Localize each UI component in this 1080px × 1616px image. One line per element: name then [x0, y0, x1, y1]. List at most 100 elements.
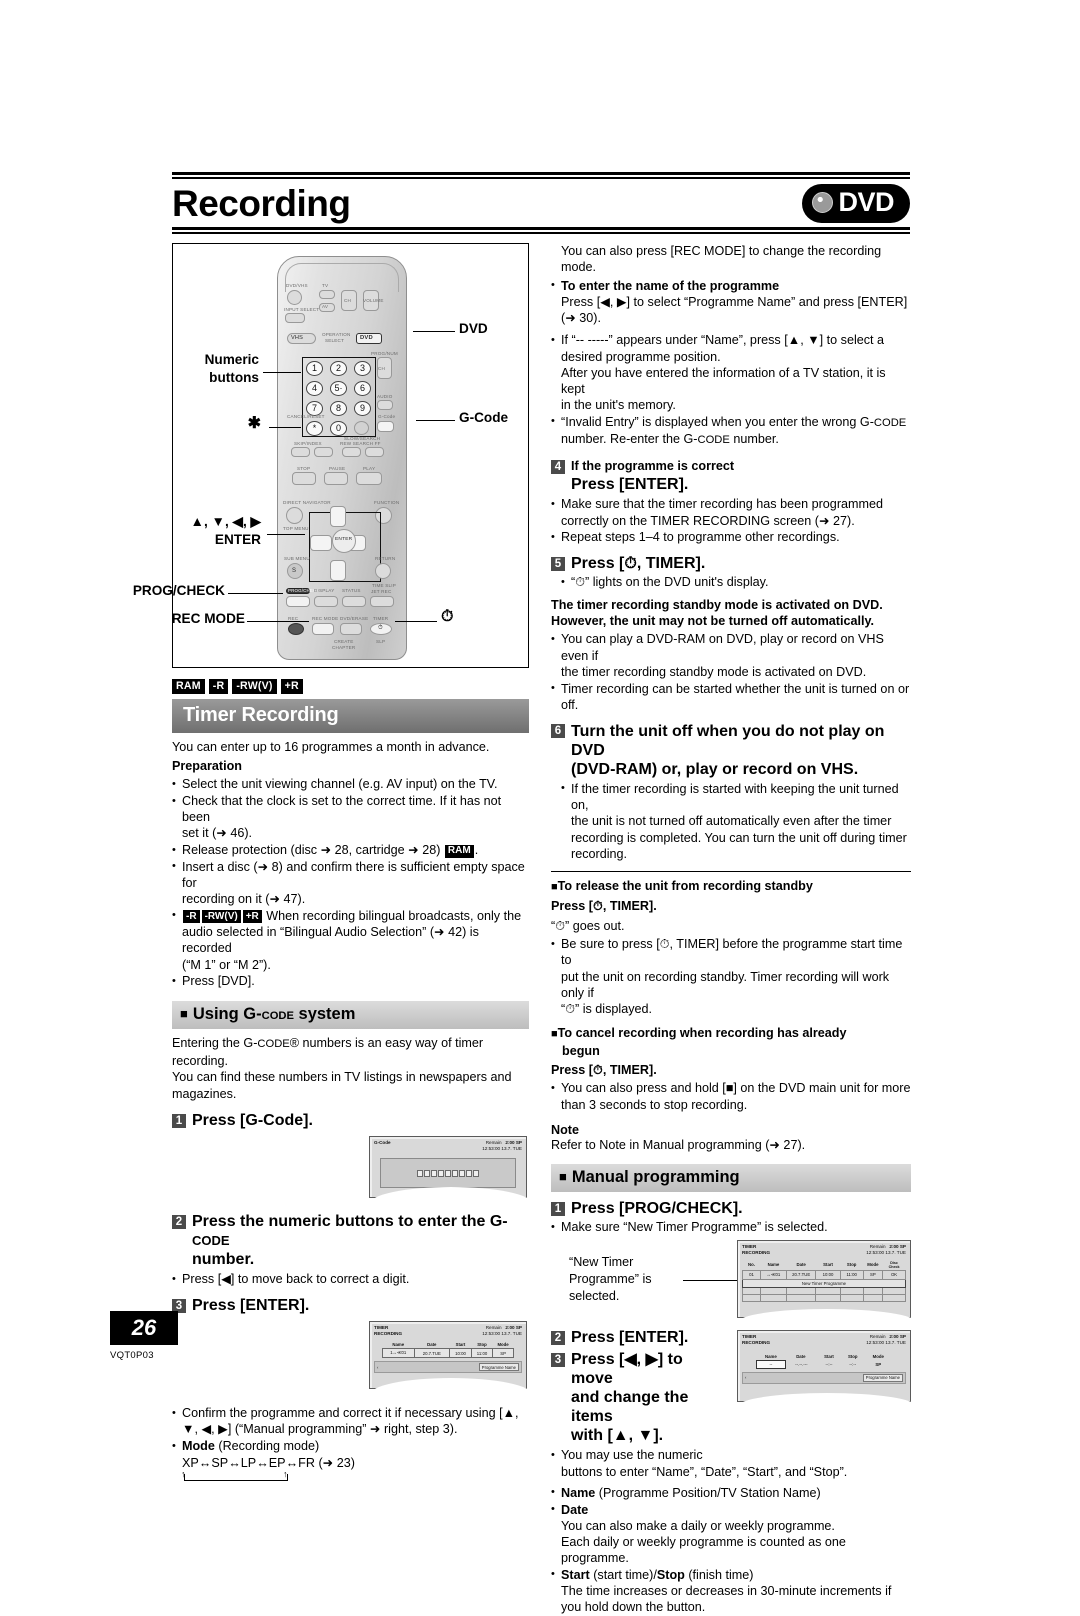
callout-progcheck: PROG/CHECK — [132, 583, 225, 598]
table-row[interactable]: -- --.--.--- --:-- --:-- SP — [756, 1359, 893, 1369]
callout-numeric-line1: Numeric — [204, 352, 259, 367]
manual-step-2: 2 Press [ENTER]. — [551, 1328, 727, 1347]
prognum-button[interactable] — [354, 421, 369, 435]
numeric-button-3[interactable]: 3 — [354, 361, 371, 376]
osd-list-screen: TIMER RECORDING Remain 2:00 SP 12:53:00 … — [737, 1240, 916, 1326]
cursor-down-button[interactable] — [330, 560, 346, 581]
mode-cycle-arrow-right-icon: ↑ — [283, 1468, 288, 1479]
osd-timer-col-name: Name — [392, 1342, 405, 1348]
manual-date-line2: Each daily or weekly programme is counte… — [561, 1534, 846, 1549]
programme-name-button-edit[interactable]: Programme Name — [862, 1373, 903, 1382]
dvd-erase-button[interactable] — [340, 623, 362, 635]
osd-list-empty-10 — [785, 1293, 817, 1302]
osd-edit-cell-name[interactable]: -- — [756, 1359, 786, 1369]
badge-inline-plus-r: +R — [242, 910, 262, 924]
label-stop: STOP — [297, 466, 311, 471]
cancel-bullet-1: You can also press and hold [■] on the D… — [551, 1080, 911, 1112]
recmode-button[interactable] — [312, 623, 334, 635]
rec-button[interactable] — [288, 623, 304, 635]
cursor-left-button[interactable] — [310, 535, 332, 551]
rec-mode-note-line2: mode. — [561, 260, 597, 275]
numeric-button-9[interactable]: 9 — [354, 401, 371, 416]
osd-gcode-entry-field[interactable] — [380, 1158, 516, 1189]
step-6-notes: If the timer recording is started with k… — [551, 780, 911, 862]
return-button[interactable] — [375, 563, 391, 579]
release-standby-text: To release the unit from recording stand… — [557, 879, 813, 893]
standby-bullet-1-line1: You can play a DVD-RAM on DVD, play or r… — [561, 632, 884, 663]
osd-gcode-wrap: G-Code Remain 2:00 SP 12:53:00 13.7. TUE — [172, 1136, 532, 1210]
step-6-bullet-1-line2: the unit is not turned off automatically… — [571, 814, 892, 829]
progcheck-button[interactable] — [286, 596, 310, 607]
table-row[interactable]: 01 ↔≪01 20.7.TUE 10:00 11:00 SP OK — [742, 1269, 906, 1280]
display-button[interactable] — [314, 596, 338, 607]
pause-button[interactable] — [324, 472, 348, 485]
cancel-bullet-1-line1: You can also press and hold [■] on the D… — [561, 1081, 911, 1096]
gcode-title-pre: Using G- — [192, 1005, 262, 1024]
direct-navigator-button[interactable] — [286, 507, 303, 524]
rewind-button[interactable] — [342, 447, 361, 457]
invalid-entry-line2: number. Re-enter the G- — [561, 432, 698, 447]
osd-list-empty-14 — [882, 1293, 906, 1302]
mode-cycle-brace: ↑ ↑ — [172, 1468, 529, 1482]
name-dashes-line1: If “-- -----” appears under “Name”, pres… — [561, 333, 885, 348]
numeric-button-4[interactable]: 4 — [306, 381, 323, 396]
osd-list-fade — [738, 1309, 916, 1326]
name-dashes-line3: After you have entered the information o… — [561, 365, 886, 397]
prep-item-4-line1: Insert a disc (➜ 8) and confirm there is… — [182, 859, 525, 891]
gcode-digit-5 — [444, 1170, 451, 1178]
skip-back-button[interactable] — [291, 447, 310, 457]
step-4-heading: If the programme is correct — [571, 459, 735, 474]
cursor-up-button[interactable] — [330, 506, 346, 527]
gcode-step-1-text: Press [G-Code]. — [192, 1112, 313, 1130]
divider-rule — [551, 871, 911, 872]
label-ch: CH — [344, 298, 352, 303]
callout-enter: ENTER — [214, 532, 261, 547]
numeric-button-5[interactable]: 5· — [330, 381, 347, 396]
step-6-bullet-1-line1: If the timer recording is started with k… — [571, 781, 899, 813]
numeric-button-1[interactable]: 1 — [306, 361, 323, 376]
status-button[interactable] — [342, 596, 366, 607]
label-slp: SLP — [376, 639, 386, 644]
table-row — [742, 1293, 906, 1302]
audio-button[interactable] — [377, 400, 393, 410]
osd-gcode-remain-value: 2:00 SP — [505, 1140, 522, 1146]
osd-list-empty-4 — [815, 1286, 841, 1295]
input-select-button[interactable] — [285, 313, 305, 323]
badge-plus-r: +R — [280, 679, 303, 694]
numeric-button-8[interactable]: 8 — [330, 401, 347, 416]
osd-timer-title-line1: TIMER — [374, 1325, 389, 1331]
gcode-step-2-notes: Press [◀] to move back to correct a digi… — [172, 1271, 529, 1287]
numeric-button-0[interactable]: 0 — [330, 421, 347, 436]
power-button[interactable] — [287, 290, 302, 305]
gcode-after-1: Confirm the programme and correct it if … — [172, 1405, 529, 1437]
time-slip-button[interactable] — [370, 596, 394, 607]
manual-date-label: Date — [561, 1502, 589, 1517]
fast-forward-button[interactable] — [365, 447, 384, 457]
numeric-button-6[interactable]: 6 — [354, 381, 371, 396]
tv-power-button[interactable] — [319, 290, 335, 299]
osd-list-new-row[interactable]: New Timer Programme — [742, 1278, 906, 1288]
osd-edit-title-line1: TIMER — [742, 1334, 757, 1340]
cancel-recording-heading: ■To cancel recording when recording has … — [551, 1025, 911, 1059]
numeric-button-2[interactable]: 2 — [330, 361, 347, 376]
manual-numeric-line1: You may use the numeric — [561, 1448, 703, 1463]
osd-edit-table-wrap: Name Date Start Stop Mode -- --.--.--- -… — [742, 1353, 906, 1369]
cancel-reset-button[interactable]: * — [306, 421, 323, 436]
stop-button[interactable] — [292, 472, 316, 485]
note-heading: Note — [551, 1122, 579, 1137]
osd-timer-cell-start: 10:00 — [449, 1348, 472, 1359]
gcode-intro: Entering the G-CODE® numbers is an easy … — [172, 1035, 529, 1102]
badge-inline-ram: RAM — [444, 844, 474, 858]
programme-name-button[interactable]: Programme Name — [478, 1363, 519, 1372]
gcode-after-1-line1: Confirm the programme and correct it if … — [182, 1406, 519, 1421]
manual-start-label: Start — [561, 1567, 590, 1582]
new-timer-programme-row[interactable]: New Timer Programme — [742, 1278, 906, 1288]
table-row[interactable]: 1↔≪01 20.7.TUE 10:00 11:00 SP — [382, 1348, 514, 1359]
osd-edit-remain-label: Remain — [869, 1334, 886, 1340]
osd-timer-clock: 12:53:00 13.7. TUE — [482, 1330, 522, 1336]
play-button[interactable] — [356, 472, 382, 485]
rec-mode-note-line1: You can also press [REC MODE] to change … — [561, 244, 882, 258]
skip-forward-button[interactable] — [314, 447, 333, 457]
step-6: 6 Turn the unit off when you do not play… — [551, 722, 911, 779]
gcode-button[interactable] — [377, 421, 394, 432]
